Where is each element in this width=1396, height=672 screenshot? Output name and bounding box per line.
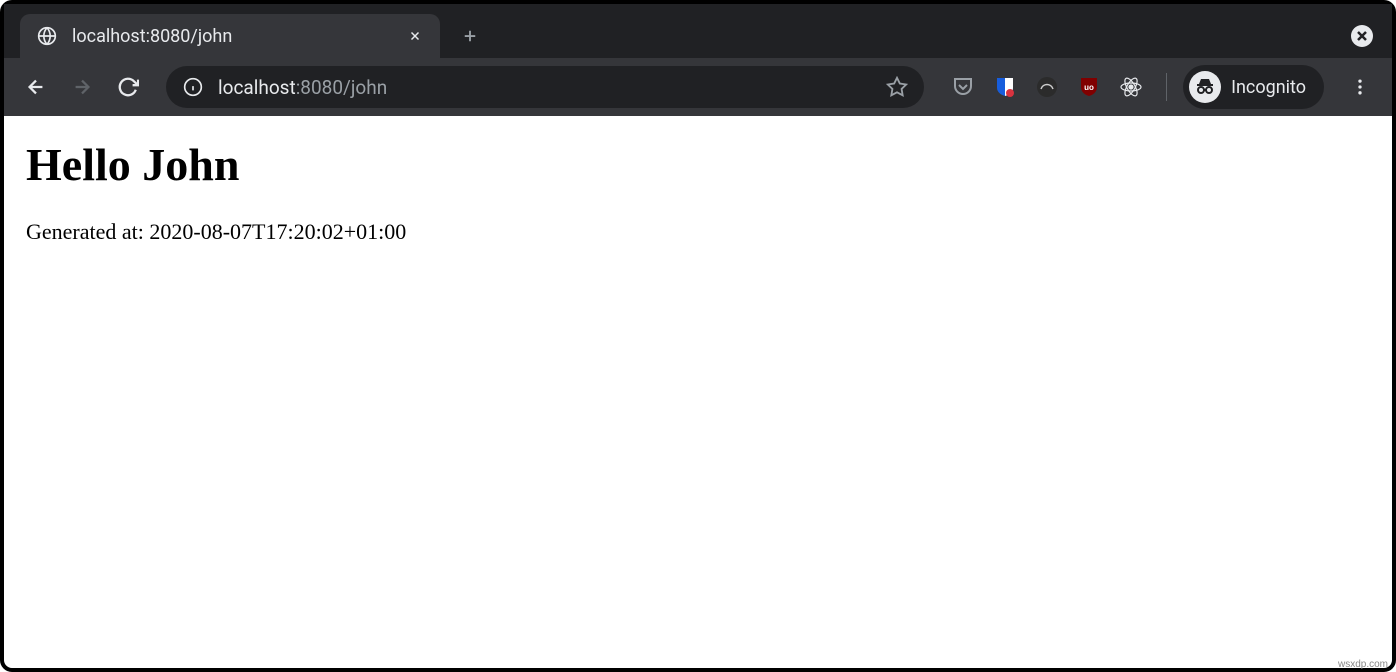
bookmark-star-icon[interactable]	[886, 76, 908, 98]
url-host: localhost	[218, 76, 296, 99]
new-tab-button[interactable]	[452, 18, 488, 54]
reload-button[interactable]	[110, 69, 146, 105]
extensions-area: uo	[944, 74, 1150, 100]
tab-bar: localhost:8080/john	[4, 4, 1392, 58]
page-content: Hello John Generated at: 2020-08-07T17:2…	[4, 116, 1392, 267]
url-text: localhost:8080/john	[218, 76, 872, 99]
pocket-icon[interactable]	[950, 74, 976, 100]
page-heading: Hello John	[26, 138, 1370, 191]
menu-button[interactable]	[1342, 69, 1378, 105]
active-tab[interactable]: localhost:8080/john	[20, 14, 440, 58]
tab-title: localhost:8080/john	[72, 26, 392, 47]
browser-chrome: localhost:8080/john	[4, 4, 1392, 116]
ublock-icon[interactable]: uo	[1076, 74, 1102, 100]
bitwarden-icon[interactable]	[992, 74, 1018, 100]
window-close-button[interactable]	[1348, 22, 1376, 50]
generated-timestamp: Generated at: 2020-08-07T17:20:02+01:00	[26, 219, 1370, 245]
toolbar-divider	[1166, 73, 1167, 101]
info-icon[interactable]	[182, 76, 204, 98]
react-devtools-icon[interactable]	[1118, 74, 1144, 100]
back-button[interactable]	[18, 69, 54, 105]
address-bar[interactable]: localhost:8080/john	[166, 66, 924, 108]
incognito-badge[interactable]: Incognito	[1183, 65, 1324, 109]
forward-button[interactable]	[64, 69, 100, 105]
incognito-label: Incognito	[1231, 77, 1306, 98]
globe-icon	[36, 25, 58, 47]
incognito-icon	[1189, 71, 1221, 103]
close-tab-icon[interactable]	[406, 27, 424, 45]
toolbar: localhost:8080/john	[4, 58, 1392, 116]
extension-icon[interactable]	[1034, 74, 1060, 100]
watermark: wsxdp.com	[1338, 659, 1388, 670]
url-path: :8080/john	[296, 76, 388, 99]
svg-text:uo: uo	[1084, 83, 1094, 92]
